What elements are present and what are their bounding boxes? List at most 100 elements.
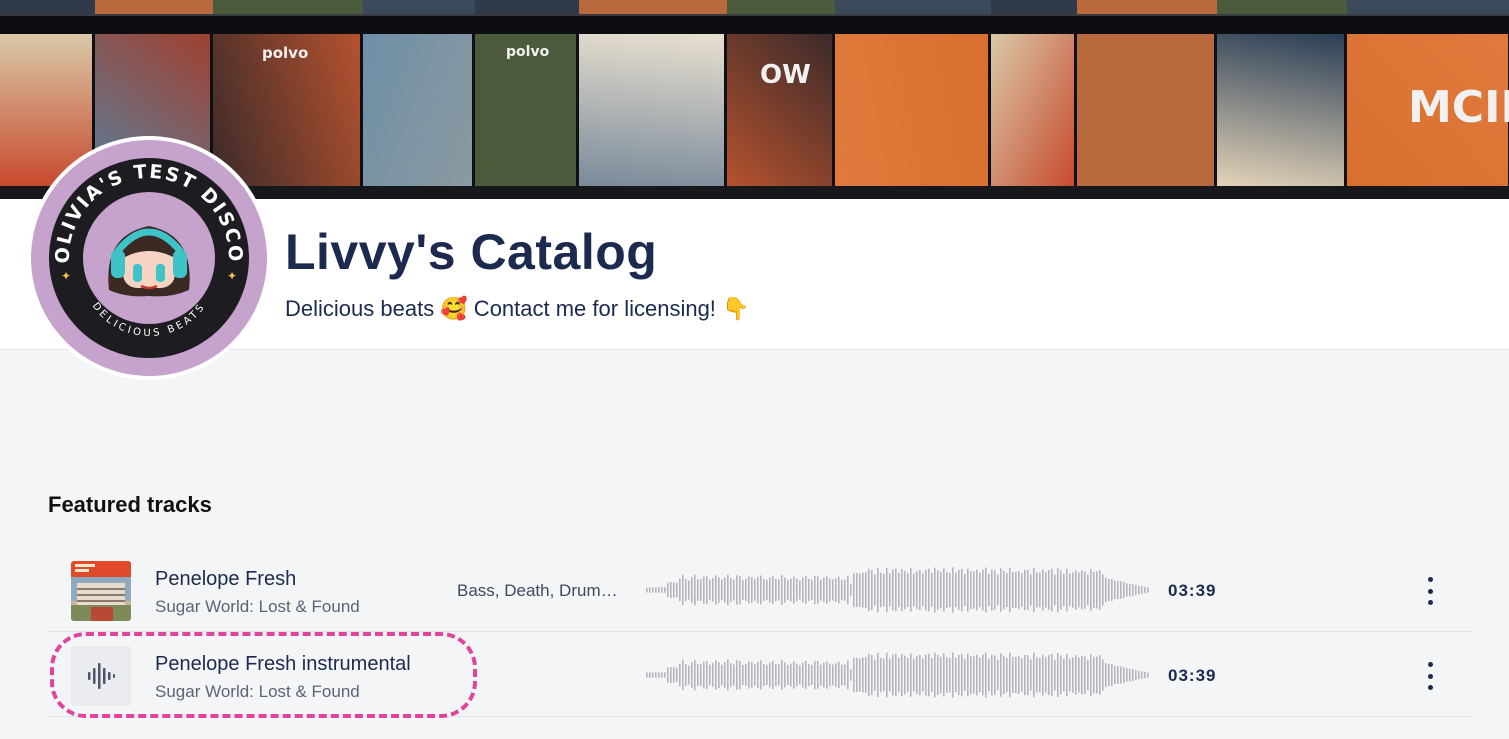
waveform-bar [1087, 659, 1089, 691]
waveform-bar [682, 659, 684, 691]
waveform-bar [907, 572, 909, 607]
waveform-bar [1018, 571, 1020, 609]
waveform-bar [877, 568, 879, 612]
waveform-bar [823, 662, 825, 688]
waveform-bar [1057, 567, 1059, 612]
waveform-bar [1096, 571, 1098, 609]
more-options-icon[interactable] [1418, 662, 1442, 690]
waveform-bar [880, 572, 882, 608]
waveform-bar [814, 575, 816, 605]
waveform-bar [724, 577, 726, 603]
waveform-bar [1120, 666, 1122, 684]
waveform-bar [1147, 672, 1149, 678]
waveform-bar [1051, 653, 1053, 697]
waveform-bar [679, 578, 681, 602]
track-album[interactable]: Sugar World: Lost & Found [155, 597, 360, 617]
waveform-bar [703, 576, 705, 604]
waveform-bar [1054, 659, 1056, 691]
waveform-bar [850, 669, 852, 681]
waveform-bar [829, 578, 831, 602]
waveform-bar [1069, 658, 1071, 692]
waveform-bar [721, 579, 723, 601]
waveform-bar [1093, 571, 1095, 609]
waveform-bar [1123, 582, 1125, 598]
waveform-bar [946, 572, 948, 608]
waveform-bar [994, 655, 996, 695]
track-waveform[interactable] [646, 565, 1152, 615]
track-tags: Bass, Death, Drum… [457, 581, 618, 600]
album-art-thumbnail[interactable] [71, 561, 131, 621]
track-title[interactable]: Penelope Fresh instrumental [155, 653, 411, 676]
waveform-bar [832, 664, 834, 686]
waveform-bar [1042, 569, 1044, 611]
waveform-bar [748, 661, 750, 689]
album-art-icon [71, 561, 131, 621]
waveform-bar [1063, 658, 1065, 692]
waveform-bar [919, 569, 921, 611]
waveform-bar [925, 569, 927, 611]
waveform-bar [778, 579, 780, 601]
banner-record-top [1217, 0, 1347, 14]
waveform-bar [829, 663, 831, 687]
waveform-bar [1102, 574, 1104, 606]
track-row[interactable]: Penelope Fresh instrumental Sugar World:… [48, 632, 1472, 717]
waveform-bar [673, 667, 675, 683]
waveform-bar [907, 657, 909, 692]
waveform-bar [970, 571, 972, 609]
waveform-bar [712, 578, 714, 602]
waveform-bar [976, 654, 978, 696]
waveform-bar [910, 653, 912, 697]
waveform-bar [646, 672, 648, 678]
more-options-icon[interactable] [1418, 577, 1442, 605]
track-thumbnail[interactable] [71, 646, 131, 706]
track-waveform[interactable] [646, 650, 1152, 700]
waveform-bar [1066, 653, 1068, 697]
waveform-bar [805, 661, 807, 689]
waveform-bar [1102, 659, 1104, 691]
waveform-bar [715, 660, 717, 690]
waveform-bar [1027, 570, 1029, 610]
waveform-bar [676, 667, 678, 683]
waveform-bar [739, 575, 741, 605]
waveform-bar [721, 664, 723, 686]
waveform-bar [1093, 656, 1095, 694]
waveform-bar [943, 653, 945, 697]
waveform-bar [688, 665, 690, 685]
waveform-bar [667, 582, 669, 598]
waveform-bar [988, 573, 990, 607]
waveform-bar [1039, 572, 1041, 608]
waveform-bar [1123, 667, 1125, 683]
waveform-bar [937, 655, 939, 695]
waveform-bar [1003, 570, 1005, 610]
banner-record-top [727, 0, 835, 14]
waveform-bar [760, 660, 762, 690]
waveform-bar [1045, 572, 1047, 608]
avatar-logo: OLIVIA'S TEST DISCO DELICIOUS BEATS ✦ ✦ [31, 140, 267, 376]
waveform-bar [739, 660, 741, 690]
waveform-icon [88, 663, 115, 689]
waveform-bar [826, 576, 828, 604]
waveform-bar [796, 663, 798, 687]
waveform-bar [979, 657, 981, 693]
waveform-bar [982, 654, 984, 696]
track-duration: 03:39 [1168, 666, 1217, 685]
waveform-bar [967, 568, 969, 612]
track-title[interactable]: Penelope Fresh [155, 568, 296, 591]
waveform-bar [898, 572, 900, 608]
waveform-bar [688, 580, 690, 600]
waveform-bar [1009, 652, 1011, 698]
waveform-bar [1138, 670, 1140, 680]
waveform-bar [1117, 666, 1119, 684]
waveform-bar [1117, 581, 1119, 599]
waveform-bar [1009, 567, 1011, 613]
waveform-bar [685, 579, 687, 601]
track-album[interactable]: Sugar World: Lost & Found [155, 682, 360, 702]
waveform-bar [904, 655, 906, 695]
waveform-bar [889, 573, 891, 607]
waveform-bar [1078, 572, 1080, 608]
waveform-bar [799, 665, 801, 685]
track-row[interactable]: Penelope Fresh Sugar World: Lost & Found… [48, 547, 1472, 632]
waveform-bar [964, 574, 966, 606]
waveform-bar [985, 567, 987, 613]
waveform-bar [796, 578, 798, 602]
